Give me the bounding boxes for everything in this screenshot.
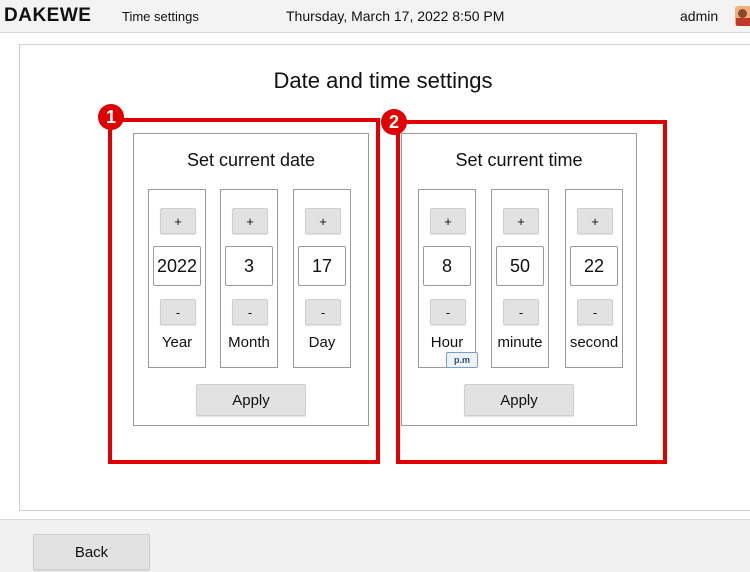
page-title: Date and time settings xyxy=(273,68,493,93)
back-button[interactable]: Back xyxy=(33,534,150,570)
top-bar: DAKEWE Time settings Thursday, March 17,… xyxy=(0,0,750,33)
avatar-body xyxy=(736,18,750,26)
screen-name: Time settings xyxy=(122,9,199,24)
callout-badge-2: 2 xyxy=(381,109,407,135)
footer-bar: Back xyxy=(0,519,750,572)
current-datetime: Thursday, March 17, 2022 8:50 PM xyxy=(286,8,505,24)
avatar-head xyxy=(738,9,747,18)
callout-box-2 xyxy=(396,120,667,464)
user-avatar-icon[interactable] xyxy=(735,6,750,26)
callout-box-1 xyxy=(108,118,380,464)
callout-badge-1: 1 xyxy=(98,104,124,130)
user-name[interactable]: admin xyxy=(680,8,718,24)
brand-logo: DAKEWE xyxy=(4,5,92,26)
